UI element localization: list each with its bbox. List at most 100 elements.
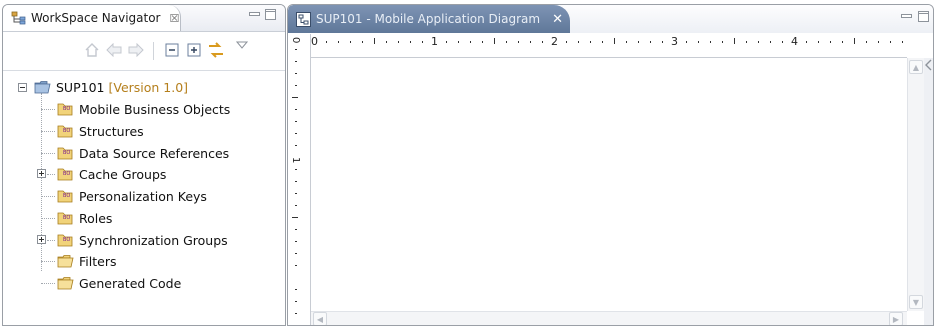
ruler-label: 1	[290, 157, 301, 163]
tree-item-generated-code[interactable]: Generated Code	[57, 273, 181, 293]
ruler-tick	[770, 41, 771, 43]
ruler-tick	[758, 41, 759, 43]
folder-icon: BO	[57, 234, 73, 247]
minimize-icon[interactable]	[901, 11, 912, 24]
tree-item-label: Filters	[79, 253, 117, 269]
maximize-icon[interactable]	[265, 9, 276, 23]
view-menu-icon[interactable]	[233, 36, 251, 54]
tree-item-mobile-business-objects[interactable]: BO Mobile Business Objects	[57, 99, 230, 119]
workspace-navigator-pane: WorkSpace Navigator ☒ SUP101 [Version 1.…	[2, 4, 286, 326]
expand-toggle-icon[interactable]	[37, 169, 46, 178]
scroll-left-icon[interactable]: ◀	[313, 312, 327, 325]
horizontal-scrollbar[interactable]: ◀ ▶	[311, 311, 907, 325]
navigator-icon	[11, 11, 26, 25]
tree-item-label: Personalization Keys	[79, 188, 207, 204]
open-folder-icon	[57, 277, 74, 290]
ruler-tick	[326, 41, 327, 43]
navigator-tree: SUP101 [Version 1.0] BO Mobile Business …	[3, 71, 285, 291]
ruler-tick	[602, 41, 603, 43]
forward-arrow-icon[interactable]	[127, 41, 145, 59]
tree-item-label: Synchronization Groups	[79, 232, 228, 248]
ruler-tick	[295, 265, 297, 266]
scroll-right-icon[interactable]: ▶	[889, 312, 903, 325]
ruler-tick	[362, 41, 363, 43]
collapse-all-icon[interactable]	[163, 41, 181, 59]
tree-root-sup101[interactable]: SUP101 [Version 1.0]	[34, 77, 188, 97]
ruler-tick	[890, 41, 891, 43]
close-icon[interactable]: ☒	[170, 12, 180, 25]
diagram-editor-pane: SUP101 - Mobile Application Diagram ✕ 01…	[287, 4, 934, 326]
minimize-icon[interactable]	[249, 9, 260, 22]
tree-item-structures[interactable]: BO Structures	[57, 121, 144, 141]
home-icon[interactable]	[83, 41, 101, 59]
ruler-tick	[295, 85, 297, 86]
editor-tab-title: SUP101 - Mobile Application Diagram	[316, 12, 541, 26]
ruler-tick	[295, 301, 297, 302]
ruler-tick	[295, 169, 297, 170]
tree-item-filters[interactable]: Filters	[57, 251, 116, 271]
tab-workspace-navigator[interactable]: WorkSpace Navigator ☒	[3, 5, 181, 31]
ruler-tick	[410, 41, 411, 43]
ruler-tick	[482, 41, 483, 43]
tree-item-synchronization-groups[interactable]: BO Synchronization Groups	[57, 230, 228, 250]
ruler-tick	[902, 41, 903, 43]
ruler-tick	[878, 41, 879, 43]
tree-item-data-source-references[interactable]: BO Data Source References	[57, 143, 229, 163]
maximize-icon[interactable]	[918, 11, 929, 25]
navigator-tab-bar: WorkSpace Navigator ☒	[3, 5, 285, 32]
ruler-tick	[338, 41, 339, 43]
tab-mobile-application-diagram[interactable]: SUP101 - Mobile Application Diagram ✕	[288, 5, 570, 33]
svg-text:BO: BO	[63, 193, 70, 199]
ruler-tick	[746, 41, 747, 43]
close-icon[interactable]: ✕	[552, 12, 563, 27]
svg-text:BO: BO	[63, 150, 70, 156]
svg-text:BO: BO	[63, 171, 70, 177]
ruler-tick	[295, 181, 297, 182]
diagram-canvas[interactable]	[311, 58, 907, 311]
tree-item-label: Generated Code	[79, 275, 182, 291]
scroll-down-icon[interactable]: ▼	[909, 295, 923, 309]
toolbar-separator	[153, 42, 154, 60]
link-with-editor-icon[interactable]	[207, 41, 225, 59]
tree-item-roles[interactable]: BO Roles	[57, 208, 112, 228]
tree-connector	[41, 196, 55, 197]
tree-connector	[41, 153, 55, 154]
tree-item-personalization-keys[interactable]: BO Personalization Keys	[57, 186, 207, 206]
vertical-ruler-ticks: 01	[290, 37, 301, 314]
ruler-tick	[374, 38, 375, 44]
show-palette-icon[interactable]	[924, 58, 933, 72]
back-arrow-icon[interactable]	[105, 41, 123, 59]
diagram-icon	[296, 11, 311, 27]
ruler-tick	[446, 41, 447, 43]
svg-text:BO: BO	[63, 237, 70, 243]
expand-all-icon[interactable]	[185, 41, 203, 59]
ruler-tick	[292, 217, 298, 218]
horizontal-ruler: 0 1 2 3 4	[311, 34, 907, 58]
ruler-tick	[295, 73, 297, 74]
ruler-tick	[866, 41, 867, 43]
ruler-tick	[614, 38, 615, 44]
svg-text:BO: BO	[63, 215, 70, 221]
ruler-tick	[494, 38, 495, 44]
tree-item-label: Structures	[79, 123, 144, 139]
ruler-tick	[686, 41, 687, 43]
expand-toggle-icon[interactable]	[37, 235, 46, 244]
ruler-label: 3	[671, 35, 678, 48]
ruler-tick	[626, 41, 627, 43]
tree-item-cache-groups[interactable]: BO Cache Groups	[57, 164, 166, 184]
vertical-scrollbar[interactable]: ▲ ▼	[907, 58, 924, 311]
palette-strip[interactable]	[924, 58, 933, 325]
tree-item-label: Mobile Business Objects	[79, 101, 231, 117]
folder-icon: BO	[57, 103, 73, 116]
ruler-tick	[350, 41, 351, 43]
ruler-tick	[295, 313, 297, 314]
editor-tab-bar: SUP101 - Mobile Application Diagram ✕	[288, 5, 933, 33]
svg-text:BO: BO	[63, 106, 70, 112]
navigator-toolbar	[3, 32, 285, 71]
ruler-tick	[295, 109, 297, 110]
scroll-up-icon[interactable]: ▲	[909, 60, 923, 74]
version-label: [Version 1.0]	[108, 79, 189, 95]
tree-item-label: Cache Groups	[79, 166, 167, 182]
ruler-tick	[638, 41, 639, 43]
collapse-toggle-icon[interactable]	[18, 83, 27, 92]
